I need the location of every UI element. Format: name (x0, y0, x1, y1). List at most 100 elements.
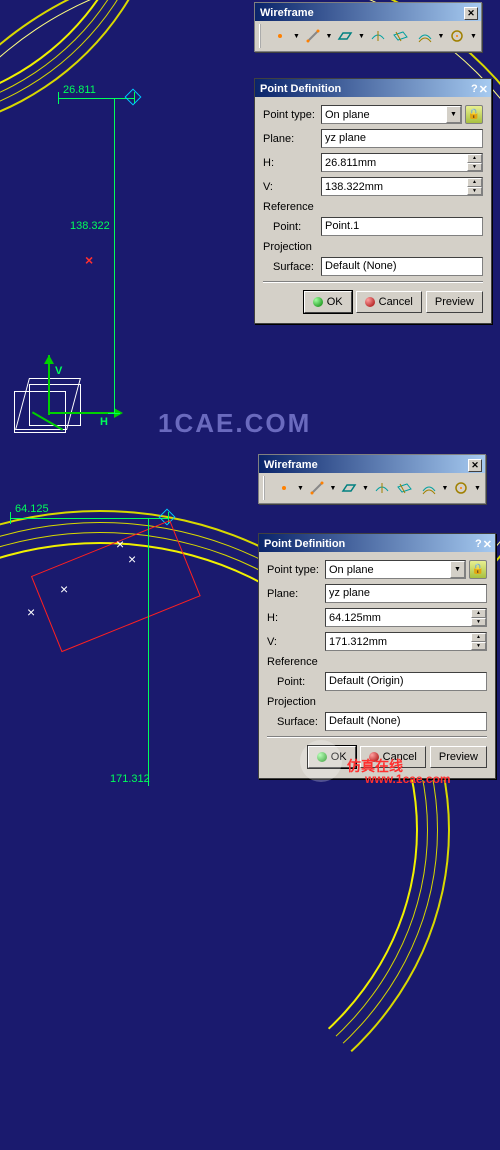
toolbar-title: Wireframe (260, 7, 314, 19)
wireframe-toolbar[interactable]: Wireframe ✕ ▼ ▼ ▼ ▼ ▼ (254, 2, 482, 52)
spin-down-icon[interactable]: ▼ (471, 618, 486, 627)
dropdown-icon[interactable]: ▼ (358, 33, 365, 40)
surface-field[interactable]: Default (None) (321, 257, 483, 276)
h-value: 64.125mm (329, 612, 381, 624)
titlebar[interactable]: Point Definition ? ✕ (259, 534, 495, 552)
spin-up-icon[interactable]: ▲ (471, 633, 486, 642)
point-type-combo[interactable]: On plane ▼ (325, 560, 466, 579)
v-input[interactable]: 138.322mm ▲▼ (321, 177, 483, 196)
ok-orb-icon (317, 752, 327, 762)
point-icon[interactable] (273, 476, 294, 500)
point-definition-dialog[interactable]: Point Definition ? ✕ Point type: On plan… (258, 533, 496, 779)
projection-section-label: Projection (263, 241, 483, 253)
close-icon[interactable]: ✕ (468, 459, 482, 472)
h-axis-label: H (100, 416, 108, 428)
surface-label: Surface: (273, 261, 321, 273)
plane-field[interactable]: yz plane (325, 584, 487, 603)
lock-icon[interactable]: 🔒 (465, 105, 483, 124)
h-input[interactable]: 26.811mm ▲▼ (321, 153, 483, 172)
toolbar-grip[interactable] (263, 476, 269, 500)
spin-down-icon[interactable]: ▼ (471, 642, 486, 651)
v-value: 138.322mm (325, 181, 383, 193)
titlebar[interactable]: Point Definition ? ✕ (255, 79, 491, 97)
cancel-orb-icon (369, 752, 379, 762)
chevron-down-icon[interactable]: ▼ (446, 106, 461, 123)
ok-button[interactable]: OK (304, 291, 352, 313)
preview-button[interactable]: Preview (426, 291, 483, 313)
plane-icon[interactable] (334, 24, 355, 48)
spin-up-icon[interactable]: ▲ (467, 154, 482, 163)
spin-down-icon[interactable]: ▼ (467, 163, 482, 172)
intersect-icon[interactable] (390, 24, 411, 48)
projection-icon[interactable] (371, 476, 392, 500)
plane-label: Plane: (267, 588, 325, 600)
close-icon[interactable]: ✕ (483, 538, 492, 551)
dropdown-icon[interactable]: ▼ (362, 485, 369, 492)
cancel-button[interactable]: Cancel (360, 746, 426, 768)
plane-label: Plane: (263, 133, 321, 145)
line-icon[interactable] (306, 476, 327, 500)
line-icon[interactable] (302, 24, 323, 48)
dialog-title: Point Definition (264, 538, 345, 550)
v-axis-label: V (55, 365, 62, 377)
toolbar-grip[interactable] (259, 24, 265, 48)
circle-icon[interactable] (446, 24, 467, 48)
v-label: V: (263, 181, 321, 193)
toolbar-title: Wireframe (264, 459, 318, 471)
dropdown-icon[interactable]: ▼ (470, 33, 477, 40)
parallel-curve-icon[interactable] (414, 24, 435, 48)
point-type-label: Point type: (267, 564, 325, 576)
lock-icon[interactable]: 🔒 (469, 560, 487, 579)
dropdown-icon[interactable]: ▼ (297, 485, 304, 492)
cancel-button[interactable]: Cancel (356, 291, 422, 313)
projection-icon[interactable] (367, 24, 388, 48)
dropdown-icon[interactable]: ▼ (329, 485, 336, 492)
circle-icon[interactable] (450, 476, 471, 500)
dropdown-icon[interactable]: ▼ (325, 33, 332, 40)
titlebar[interactable]: Wireframe ✕ (255, 3, 481, 21)
close-icon[interactable]: ✕ (479, 83, 488, 96)
dialog-title: Point Definition (260, 83, 341, 95)
titlebar[interactable]: Wireframe ✕ (259, 455, 485, 473)
reference-section-label: Reference (267, 656, 487, 668)
plane-field[interactable]: yz plane (321, 129, 483, 148)
v-value: 171.312mm (329, 636, 387, 648)
cancel-orb-icon (365, 297, 375, 307)
dropdown-icon[interactable]: ▼ (441, 485, 448, 492)
preview-button[interactable]: Preview (430, 746, 487, 768)
h-input[interactable]: 64.125mm ▲▼ (325, 608, 487, 627)
surface-field[interactable]: Default (None) (325, 712, 487, 731)
wireframe-toolbar[interactable]: Wireframe ✕ ▼ ▼ ▼ ▼ ▼ (258, 454, 486, 504)
spin-up-icon[interactable]: ▲ (467, 178, 482, 187)
surface-label: Surface: (277, 716, 325, 728)
spin-down-icon[interactable]: ▼ (467, 187, 482, 196)
spin-up-icon[interactable]: ▲ (471, 609, 486, 618)
intersect-icon[interactable] (394, 476, 415, 500)
point-definition-dialog[interactable]: Point Definition ? ✕ Point type: On plan… (254, 78, 492, 324)
help-icon[interactable]: ? (471, 83, 478, 96)
point-type-value: On plane (325, 109, 370, 121)
chevron-down-icon[interactable]: ▼ (450, 561, 465, 578)
close-icon[interactable]: ✕ (464, 7, 478, 20)
ref-point-label: Point: (277, 676, 325, 688)
v-input[interactable]: 171.312mm ▲▼ (325, 632, 487, 651)
ok-button[interactable]: OK (308, 746, 356, 768)
parallel-curve-icon[interactable] (418, 476, 439, 500)
h-label: H: (263, 157, 321, 169)
h-label: H: (267, 612, 325, 624)
point-type-label: Point type: (263, 109, 321, 121)
plane-icon[interactable] (338, 476, 359, 500)
v-label: V: (267, 636, 325, 648)
point-type-combo[interactable]: On plane ▼ (321, 105, 462, 124)
dropdown-icon[interactable]: ▼ (474, 485, 481, 492)
reference-point-marker: × (85, 252, 93, 268)
dropdown-icon[interactable]: ▼ (437, 33, 444, 40)
help-icon[interactable]: ? (475, 538, 482, 551)
ref-point-field[interactable]: Default (Origin) (325, 672, 487, 691)
ref-point-label: Point: (273, 221, 321, 233)
point-icon[interactable] (269, 24, 290, 48)
dropdown-icon[interactable]: ▼ (293, 33, 300, 40)
point-type-value: On plane (329, 564, 374, 576)
ref-point-field[interactable]: Point.1 (321, 217, 483, 236)
reference-section-label: Reference (263, 201, 483, 213)
